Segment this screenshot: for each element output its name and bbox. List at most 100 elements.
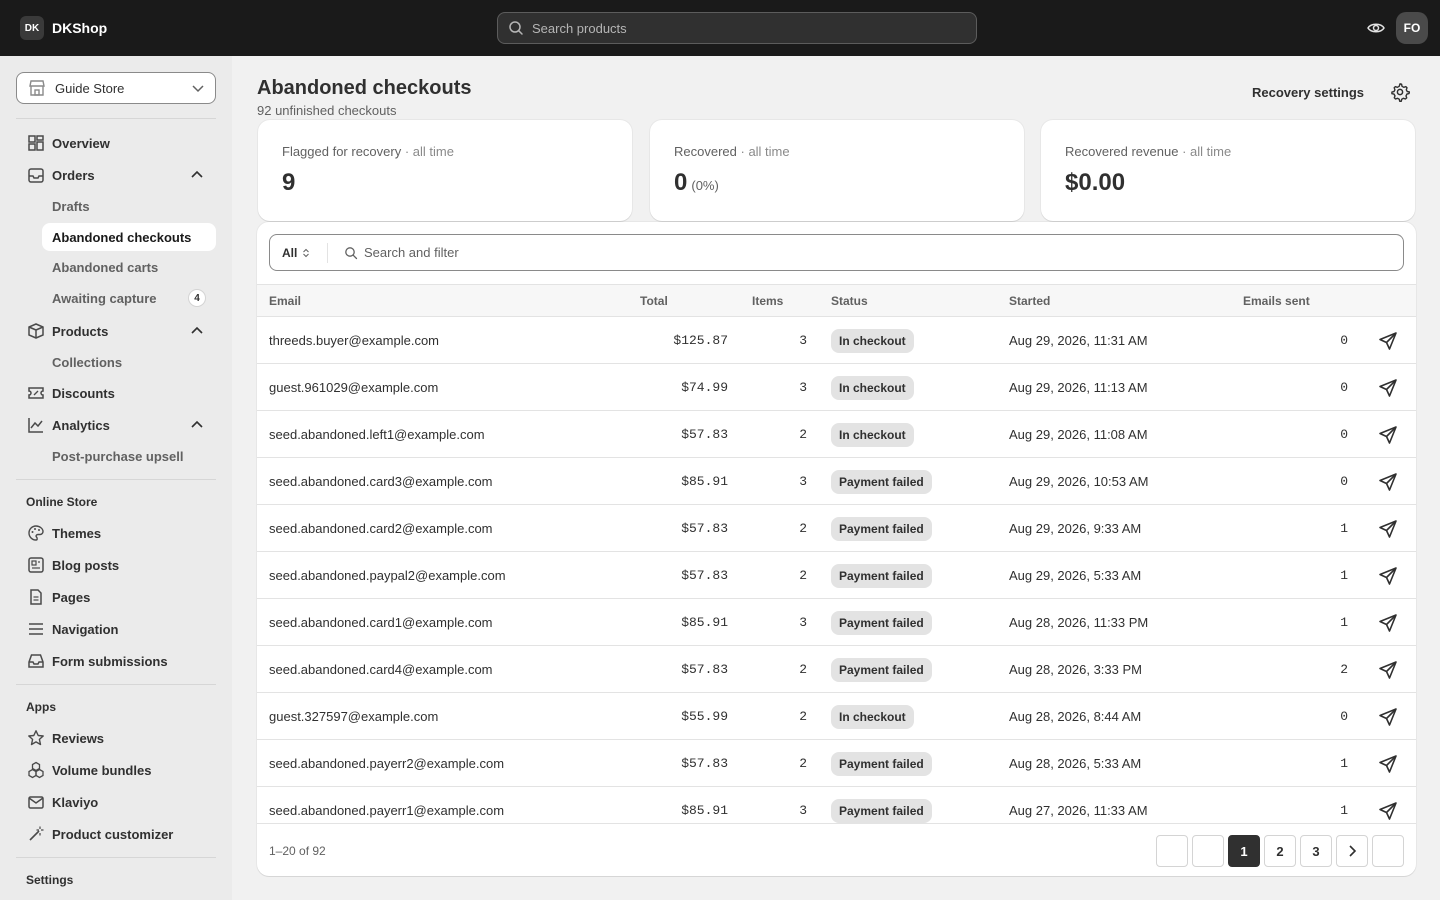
send-icon[interactable] (1376, 705, 1400, 729)
table-row[interactable]: seed.abandoned.card2@example.com $57.83 2 P… (257, 505, 1416, 552)
box-icon (26, 321, 46, 341)
sidebar-item-klaviyo[interactable]: Klaviyo (16, 788, 216, 816)
sidebar-item-volume-bundles[interactable]: Volume bundles (16, 756, 216, 784)
items-cell: 3 (799, 380, 807, 395)
eye-icon[interactable] (1366, 18, 1386, 38)
table-row[interactable]: seed.abandoned.card4@example.com $57.83 2 P… (257, 646, 1416, 693)
page-button-1[interactable]: 1 (1228, 835, 1260, 867)
sidebar-item-post-purchase-upsell[interactable]: Post-purchase upsell (42, 442, 216, 470)
column-header-status[interactable]: Status (831, 294, 868, 308)
blog-icon (26, 555, 46, 575)
status-cell: Payment failed (831, 740, 1001, 787)
email-cell: seed.abandoned.card2@example.com (269, 521, 493, 536)
sidebar-item-themes[interactable]: Themes (16, 519, 216, 547)
search-input[interactable]: Search products (497, 12, 977, 44)
next-page-button[interactable] (1336, 835, 1368, 867)
status-badge: Payment failed (831, 751, 932, 776)
divider (16, 118, 216, 119)
table-row[interactable]: seed.abandoned.card1@example.com $85.91 3 P… (257, 599, 1416, 646)
table-row[interactable]: seed.abandoned.left1@example.com $57.83 2 I… (257, 411, 1416, 458)
top-bar: DK DKShop Search products FO (0, 0, 1440, 56)
page-title: Abandoned checkouts (257, 77, 472, 99)
send-icon[interactable] (1376, 376, 1400, 400)
select-arrows-icon (303, 248, 310, 257)
stat-value: $0.00 (1065, 169, 1126, 196)
inbox-icon (26, 165, 46, 185)
send-icon[interactable] (1376, 470, 1400, 494)
sidebar-item-analytics[interactable]: Analytics (16, 411, 216, 439)
mail-icon (26, 792, 46, 812)
sidebar-item-navigation[interactable]: Navigation (16, 615, 216, 643)
stat-card-revenue: Recovered revenue · all time $0.00 (1041, 120, 1415, 221)
sidebar-item-product-customizer[interactable]: Product customizer (16, 820, 216, 848)
column-header-items[interactable]: Items (752, 294, 783, 308)
column-header-started[interactable]: Started (1009, 294, 1050, 308)
send-icon[interactable] (1376, 564, 1400, 588)
view-select[interactable]: All (270, 242, 328, 263)
send-icon[interactable] (1376, 658, 1400, 682)
chevron-up-icon[interactable] (190, 324, 204, 338)
sidebar-item-label: Awaiting capture (52, 290, 157, 306)
sidebar-item-label: Orders (52, 167, 95, 183)
send-icon[interactable] (1376, 799, 1400, 823)
sidebar-item-drafts[interactable]: Drafts (42, 192, 216, 220)
items-cell: 2 (799, 756, 807, 771)
last-page-button[interactable] (1372, 835, 1404, 867)
page-button-2[interactable]: 2 (1264, 835, 1296, 867)
status-cell: In checkout (831, 411, 1001, 458)
section-title-settings[interactable]: Settings (26, 873, 73, 887)
avatar[interactable]: FO (1396, 12, 1428, 44)
column-header-emails-sent[interactable]: Emails sent (1243, 294, 1310, 308)
logo-badge: DK (20, 16, 44, 40)
chevron-up-icon[interactable] (190, 168, 204, 182)
table-row[interactable]: guest.961029@example.com $74.99 3 In checko… (257, 364, 1416, 411)
column-header-email[interactable]: Email (269, 294, 301, 308)
table-row[interactable]: threeds.buyer@example.com $125.87 3 In chec… (257, 317, 1416, 364)
status-badge: Payment failed (831, 469, 932, 494)
table-row[interactable]: seed.abandoned.payerr2@example.com $57.83… (257, 740, 1416, 787)
sidebar-item-reviews[interactable]: Reviews (16, 724, 216, 752)
sidebar-item-form-submissions[interactable]: Form submissions (16, 647, 216, 675)
prev-page-button[interactable] (1192, 835, 1224, 867)
sidebar-item-awaiting-capture[interactable]: Awaiting capture 4 (42, 284, 216, 312)
sidebar-item-abandoned-checkouts[interactable]: Abandoned checkouts (42, 223, 216, 251)
sidebar-item-collections[interactable]: Collections (42, 348, 216, 376)
sidebar-item-orders[interactable]: Orders (16, 161, 216, 189)
logo[interactable]: DK DKShop (20, 16, 107, 40)
chevron-up-icon[interactable] (190, 418, 204, 432)
stat-percent: (0%) (691, 178, 719, 193)
page-button-3[interactable]: 3 (1300, 835, 1332, 867)
gear-icon[interactable] (1388, 80, 1412, 104)
sidebar-item-discounts[interactable]: Discounts (16, 379, 216, 407)
email-cell: threeds.buyer@example.com (269, 333, 439, 348)
send-icon[interactable] (1376, 517, 1400, 541)
sidebar-item-pages[interactable]: Pages (16, 583, 216, 611)
send-icon[interactable] (1376, 329, 1400, 353)
table-row[interactable]: guest.327597@example.com $55.99 2 In checko… (257, 693, 1416, 740)
table-row[interactable]: seed.abandoned.card3@example.com $85.91 3 P… (257, 458, 1416, 505)
first-page-button[interactable] (1156, 835, 1188, 867)
filter-search-input[interactable]: Search and filter (364, 245, 459, 260)
sidebar-item-overview[interactable]: Overview (16, 129, 216, 157)
sidebar-item-blog-posts[interactable]: Blog posts (16, 551, 216, 579)
send-icon[interactable] (1376, 611, 1400, 635)
email-cell: seed.abandoned.left1@example.com (269, 427, 485, 442)
sidebar-item-abandoned-carts[interactable]: Abandoned carts (42, 253, 216, 281)
column-header-total[interactable]: Total (640, 294, 668, 308)
section-title-apps[interactable]: Apps (26, 700, 56, 714)
sidebar-item-label: Analytics (52, 417, 110, 433)
send-icon[interactable] (1376, 423, 1400, 447)
sidebar-item-products[interactable]: Products (16, 317, 216, 345)
section-title-online-store[interactable]: Online Store (26, 495, 97, 509)
email-cell: guest.961029@example.com (269, 380, 439, 395)
recovery-settings-button[interactable]: Recovery settings (1240, 78, 1376, 106)
store-selector[interactable]: Guide Store (16, 72, 216, 104)
items-cell: 2 (799, 568, 807, 583)
table-row[interactable]: seed.abandoned.payerr1@example.com $85.91… (257, 787, 1416, 823)
items-cell: 2 (799, 662, 807, 677)
sidebar-item-label: Reviews (52, 730, 105, 746)
emails-sent-cell: 1 (1340, 756, 1348, 771)
send-icon[interactable] (1376, 752, 1400, 776)
emails-sent-cell: 1 (1340, 568, 1348, 583)
table-row[interactable]: seed.abandoned.paypal2@example.com $57.83… (257, 552, 1416, 599)
